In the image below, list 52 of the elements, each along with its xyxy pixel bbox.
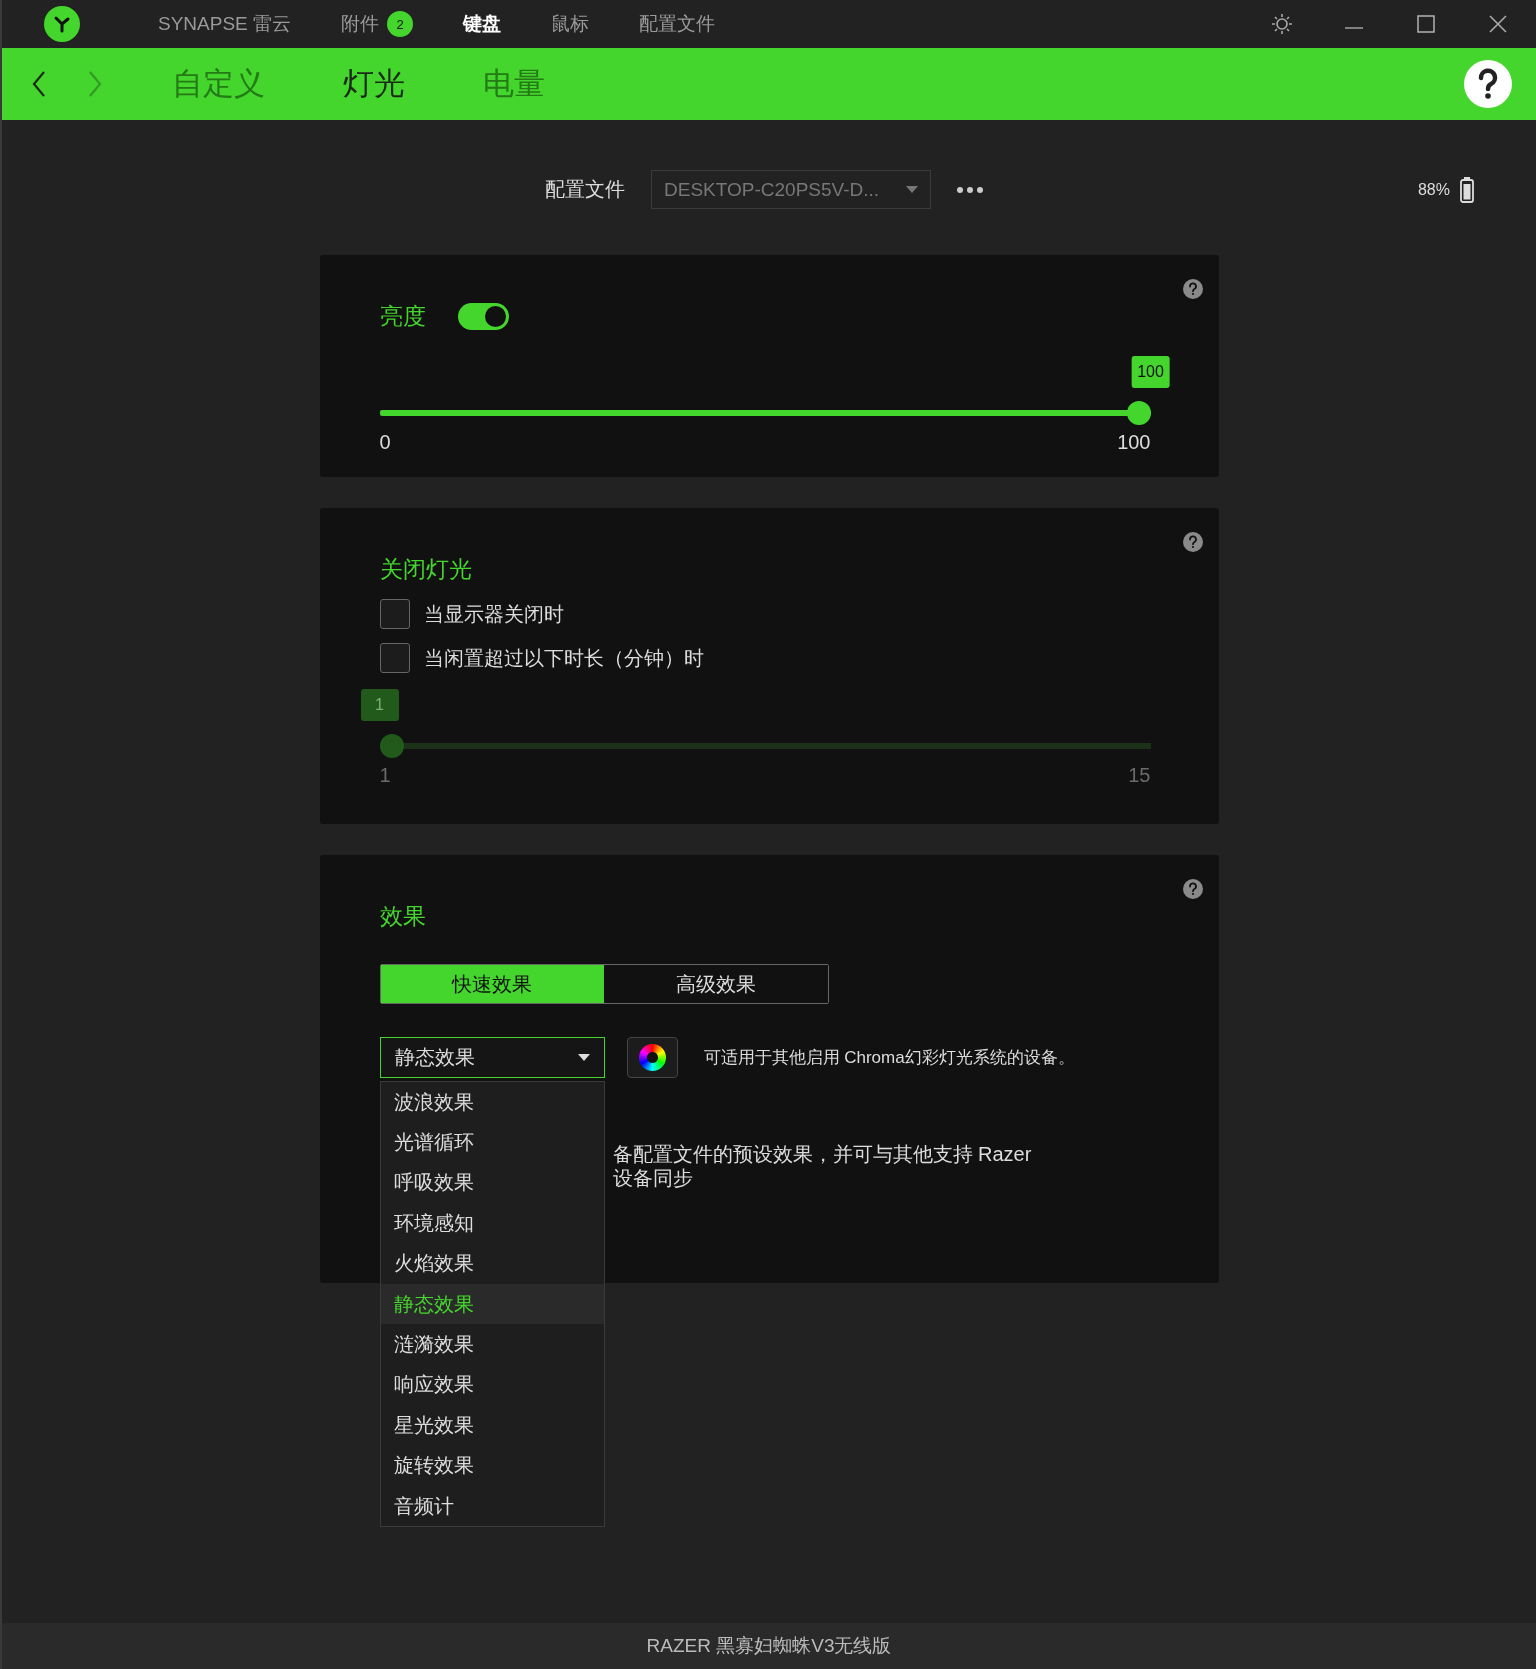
battery-icon [1460, 176, 1474, 203]
nav-tab[interactable]: SYNAPSE 雷云 [158, 11, 292, 37]
profile-dropdown[interactable]: DESKTOP-C20PS5V-D... [651, 170, 931, 209]
slider-max-label: 100 [1117, 431, 1151, 454]
checkbox-label: 当闲置超过以下时长（分钟）时 [423, 645, 704, 671]
effect-tab[interactable]: 快速效果 [380, 965, 604, 1003]
slider-min-label: 0 [379, 431, 391, 454]
menu-item[interactable]: 火焰效果 [380, 1243, 604, 1284]
brightness-toggle[interactable] [457, 303, 509, 330]
effects-title: 效果 [379, 902, 427, 931]
menu-item[interactable]: 呼吸效果 [380, 1162, 604, 1204]
battery-percent: 88% [1417, 180, 1450, 199]
nav-tab[interactable]: 配置文件 [639, 11, 716, 37]
color-wheel-icon [638, 1044, 666, 1071]
more-icon[interactable] [957, 186, 983, 193]
logo-icon[interactable] [44, 6, 80, 42]
brightness-title: 亮度 [379, 302, 426, 331]
effect-description: 备配置文件的预设效果，并可与其他支持 Razer [612, 1142, 1033, 1166]
effect-dropdown[interactable]: 静态效果 [379, 1037, 605, 1078]
effect-description: 设备同步 [612, 1166, 694, 1190]
chroma-note: 可适用于其他启用 Chroma幻彩灯光系统的设备。 [703, 1047, 1075, 1069]
nav-tab[interactable]: 鼠标 [551, 11, 590, 37]
maximize-icon[interactable] [1414, 12, 1438, 36]
slider-min-label: 1 [379, 764, 391, 787]
menu-item[interactable]: 旋转效果 [380, 1445, 604, 1486]
menu-item[interactable]: 光谱循环 [380, 1122, 604, 1163]
device-name: RAZER 黑寡妇蜘蛛V3无线版 [646, 1634, 892, 1658]
nav-tab[interactable]: 键盘 [463, 11, 502, 37]
menu-item[interactable]: 环境感知 [380, 1203, 604, 1244]
brightness-icon[interactable] [1270, 12, 1294, 36]
slider-max-label: 15 [1128, 764, 1151, 787]
menu-item[interactable]: 涟漪效果 [380, 1324, 604, 1365]
menu-item[interactable]: 静态效果 [380, 1283, 604, 1325]
menu-item[interactable]: 音频计 [380, 1485, 604, 1527]
section-tab[interactable]: 灯光 [343, 63, 405, 105]
caret-icon [906, 185, 918, 194]
menu-item[interactable]: 响应效果 [380, 1364, 604, 1406]
count-badge: 2 [387, 11, 414, 37]
menu-item[interactable]: 星光效果 [380, 1405, 604, 1446]
checkbox[interactable] [379, 599, 410, 629]
checkbox-label: 当显示器关闭时 [423, 601, 564, 627]
help-icon[interactable] [1464, 60, 1512, 108]
profile-label: 配置文件 [545, 177, 625, 202]
slider-thumb[interactable] [1126, 401, 1151, 425]
chroma-button[interactable] [626, 1037, 678, 1078]
caret-icon [577, 1053, 590, 1062]
nav-tab[interactable]: 附件 2 [341, 11, 414, 37]
slider-value-badge: 100 [1131, 356, 1170, 388]
lighting-off-title: 关闭灯光 [379, 555, 473, 584]
slider-value-badge: 1 [360, 689, 399, 721]
menu-item[interactable]: 波浪效果 [380, 1082, 604, 1123]
checkbox[interactable] [379, 643, 410, 673]
